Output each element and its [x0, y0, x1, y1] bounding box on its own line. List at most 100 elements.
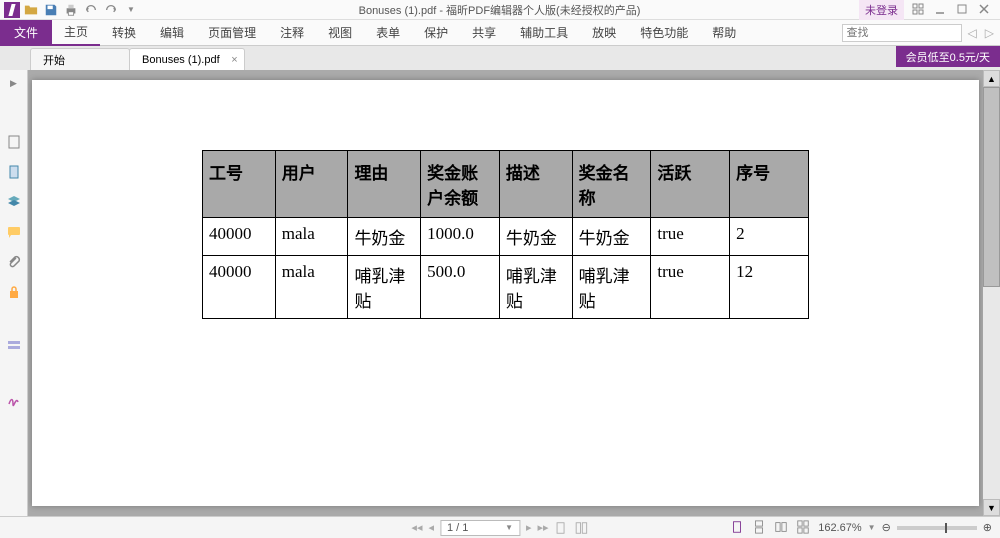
document-tabs: 开始 Bonuses (1).pdf × — [0, 46, 1000, 70]
attachments-icon[interactable] — [5, 253, 23, 271]
cell: 哺乳津贴 — [572, 256, 651, 319]
table-row: 40000 mala 哺乳津贴 500.0 哺乳津贴 哺乳津贴 true 12 — [203, 256, 809, 319]
col-reason: 理由 — [348, 151, 421, 218]
table-row: 40000 mala 牛奶金 1000.0 牛奶金 牛奶金 true 2 — [203, 218, 809, 256]
next-page-icon[interactable]: ▸ — [526, 521, 532, 534]
first-page-icon[interactable]: ◂◂ — [411, 521, 422, 534]
nav-back-icon[interactable]: ◁ — [966, 26, 979, 40]
cell: mala — [275, 256, 348, 319]
pdf-page: 工号 用户 理由 奖金账户余额 描述 奖金名称 活跃 序号 40000 mala — [32, 80, 979, 506]
zoom-slider[interactable] — [897, 526, 977, 530]
save-icon[interactable] — [42, 1, 60, 19]
titlebar-controls: 未登录 — [859, 0, 1000, 20]
ribbon-tab-home[interactable]: 主页 — [52, 20, 100, 46]
cell: 12 — [730, 256, 809, 319]
cell: mala — [275, 218, 348, 256]
doc-tab-start[interactable]: 开始 — [30, 48, 130, 70]
search-input[interactable] — [842, 24, 962, 42]
ribbon-tab-protect[interactable]: 保护 — [412, 20, 460, 46]
doc-tab-bonuses[interactable]: Bonuses (1).pdf × — [129, 48, 245, 70]
cell: 牛奶金 — [572, 218, 651, 256]
col-desc: 描述 — [499, 151, 572, 218]
cell: 40000 — [203, 218, 276, 256]
file-tab[interactable]: 文件 — [0, 20, 52, 46]
ribbon-tab-form[interactable]: 表单 — [364, 20, 412, 46]
open-icon[interactable] — [22, 1, 40, 19]
left-sidebar: ▶ — [0, 70, 28, 516]
cell: 2 — [730, 218, 809, 256]
cell: 40000 — [203, 256, 276, 319]
minimize-icon[interactable] — [934, 3, 948, 17]
scroll-thumb[interactable] — [983, 87, 1000, 287]
col-id: 工号 — [203, 151, 276, 218]
prev-page-icon[interactable]: ◂ — [428, 521, 434, 534]
continuous-view-icon[interactable] — [752, 520, 768, 536]
document-canvas[interactable]: 工号 用户 理由 奖金账户余额 描述 奖金名称 活跃 序号 40000 mala — [28, 70, 983, 516]
status-right: 162.67% ▼ ⊖ ⊕ — [730, 520, 992, 536]
facing-view-icon[interactable] — [774, 520, 790, 536]
redo-icon[interactable] — [102, 1, 120, 19]
fields-icon[interactable] — [5, 337, 23, 355]
scroll-up-icon[interactable]: ▲ — [983, 70, 1000, 87]
cell: 牛奶金 — [499, 218, 572, 256]
ribbon: 文件 主页 转换 编辑 页面管理 注释 视图 表单 保护 共享 辅助工具 放映 … — [0, 20, 1000, 46]
signatures-icon[interactable] — [5, 391, 23, 409]
ribbon-tab-edit[interactable]: 编辑 — [148, 20, 196, 46]
ribbon-tab-features[interactable]: 特色功能 — [628, 20, 700, 46]
ribbon-tab-comment[interactable]: 注释 — [268, 20, 316, 46]
zoom-out-icon[interactable]: ⊖ — [882, 521, 891, 534]
undo-icon[interactable] — [82, 1, 100, 19]
bookmarks-icon[interactable] — [5, 133, 23, 151]
single-page-view-icon[interactable] — [730, 520, 746, 536]
qat-dropdown-icon[interactable]: ▼ — [122, 1, 140, 19]
ribbon-tab-accessibility[interactable]: 辅助工具 — [508, 20, 580, 46]
promo-badge[interactable]: 会员低至0.5元/天 — [896, 46, 1000, 67]
titlebar: ▼ Bonuses (1).pdf - 福昕PDF编辑器个人版(未经授权的产品)… — [0, 0, 1000, 20]
zoom-dropdown-icon[interactable]: ▼ — [868, 523, 876, 532]
nav-fwd-icon[interactable]: ▷ — [983, 26, 996, 40]
col-bonus-name: 奖金名称 — [572, 151, 651, 218]
ribbon-tab-convert[interactable]: 转换 — [100, 20, 148, 46]
ribbon-tab-slideshow[interactable]: 放映 — [580, 20, 628, 46]
scroll-track[interactable] — [983, 87, 1000, 499]
page-input[interactable]: 1 / 1▼ — [440, 520, 520, 536]
ribbon-tab-share[interactable]: 共享 — [460, 20, 508, 46]
security-icon[interactable] — [5, 283, 23, 301]
login-status[interactable]: 未登录 — [859, 0, 904, 20]
close-tab-icon[interactable]: × — [231, 54, 237, 66]
quick-access-toolbar: ▼ — [0, 1, 140, 19]
table-header-row: 工号 用户 理由 奖金账户余额 描述 奖金名称 活跃 序号 — [203, 151, 809, 218]
page-navigation: ◂◂ ◂ 1 / 1▼ ▸ ▸▸ — [411, 520, 588, 536]
cell: 500.0 — [421, 256, 500, 319]
pages-icon[interactable] — [5, 163, 23, 181]
page-tools-icon[interactable] — [555, 521, 569, 535]
zoom-in-icon[interactable]: ⊕ — [983, 521, 992, 534]
main-area: ▶ 工号 用户 理由 奖金账户余额 描述 奖金名称 — [0, 70, 1000, 516]
cell: true — [651, 256, 730, 319]
continuous-facing-view-icon[interactable] — [796, 520, 812, 536]
vertical-scrollbar[interactable]: ▲ ▼ — [983, 70, 1000, 516]
ribbon-display-icon[interactable] — [912, 3, 926, 17]
col-balance: 奖金账户余额 — [421, 151, 500, 218]
comments-icon[interactable] — [5, 223, 23, 241]
ribbon-tab-pages[interactable]: 页面管理 — [196, 20, 268, 46]
layers-icon[interactable] — [5, 193, 23, 211]
doc-tab-label: 开始 — [43, 52, 65, 68]
page-tools2-icon[interactable] — [575, 521, 589, 535]
print-icon[interactable] — [62, 1, 80, 19]
cell: 牛奶金 — [348, 218, 421, 256]
col-active: 活跃 — [651, 151, 730, 218]
close-icon[interactable] — [978, 3, 992, 17]
ribbon-tab-help[interactable]: 帮助 — [700, 20, 748, 46]
last-page-icon[interactable]: ▸▸ — [538, 521, 549, 534]
scroll-down-icon[interactable]: ▼ — [983, 499, 1000, 516]
app-logo — [4, 2, 20, 18]
sidebar-toggle-icon[interactable]: ▶ — [10, 78, 17, 89]
maximize-icon[interactable] — [956, 3, 970, 17]
cell: 1000.0 — [421, 218, 500, 256]
cell: 哺乳津贴 — [348, 256, 421, 319]
ribbon-tab-view[interactable]: 视图 — [316, 20, 364, 46]
doc-tab-label: Bonuses (1).pdf — [142, 54, 220, 66]
col-seq: 序号 — [730, 151, 809, 218]
window-title: Bonuses (1).pdf - 福昕PDF编辑器个人版(未经授权的产品) — [140, 2, 859, 18]
